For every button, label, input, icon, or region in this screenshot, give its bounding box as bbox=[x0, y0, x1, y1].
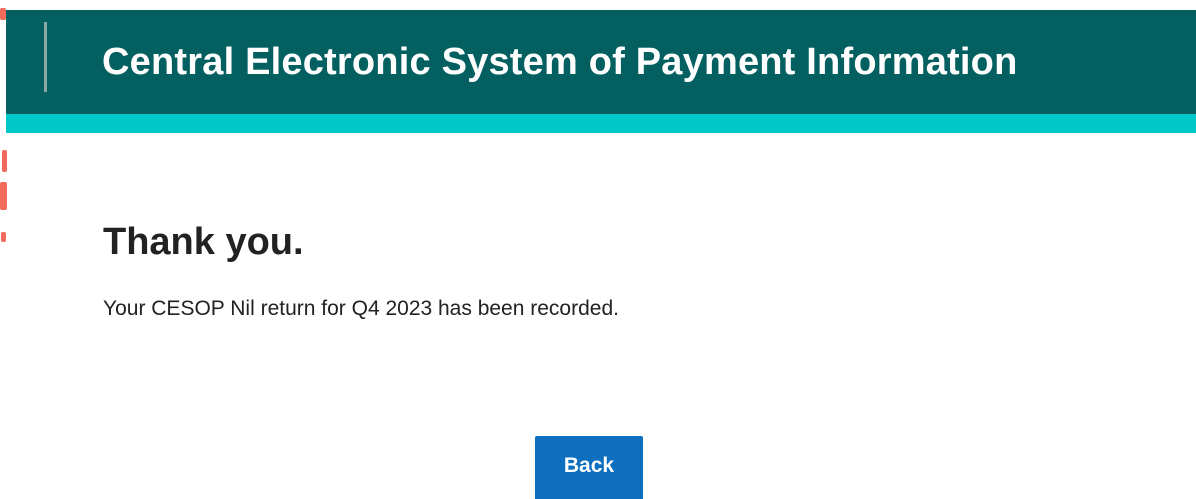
header-divider bbox=[44, 22, 47, 92]
site-header: Central Electronic System of Payment Inf… bbox=[6, 10, 1196, 114]
header-accent-bar bbox=[6, 114, 1196, 133]
confirmation-heading: Thank you. bbox=[103, 221, 304, 263]
site-title: Central Electronic System of Payment Inf… bbox=[102, 41, 1018, 83]
confirmation-message: Your CESOP Nil return for Q4 2023 has be… bbox=[103, 297, 619, 320]
back-button[interactable]: Back bbox=[535, 436, 643, 499]
